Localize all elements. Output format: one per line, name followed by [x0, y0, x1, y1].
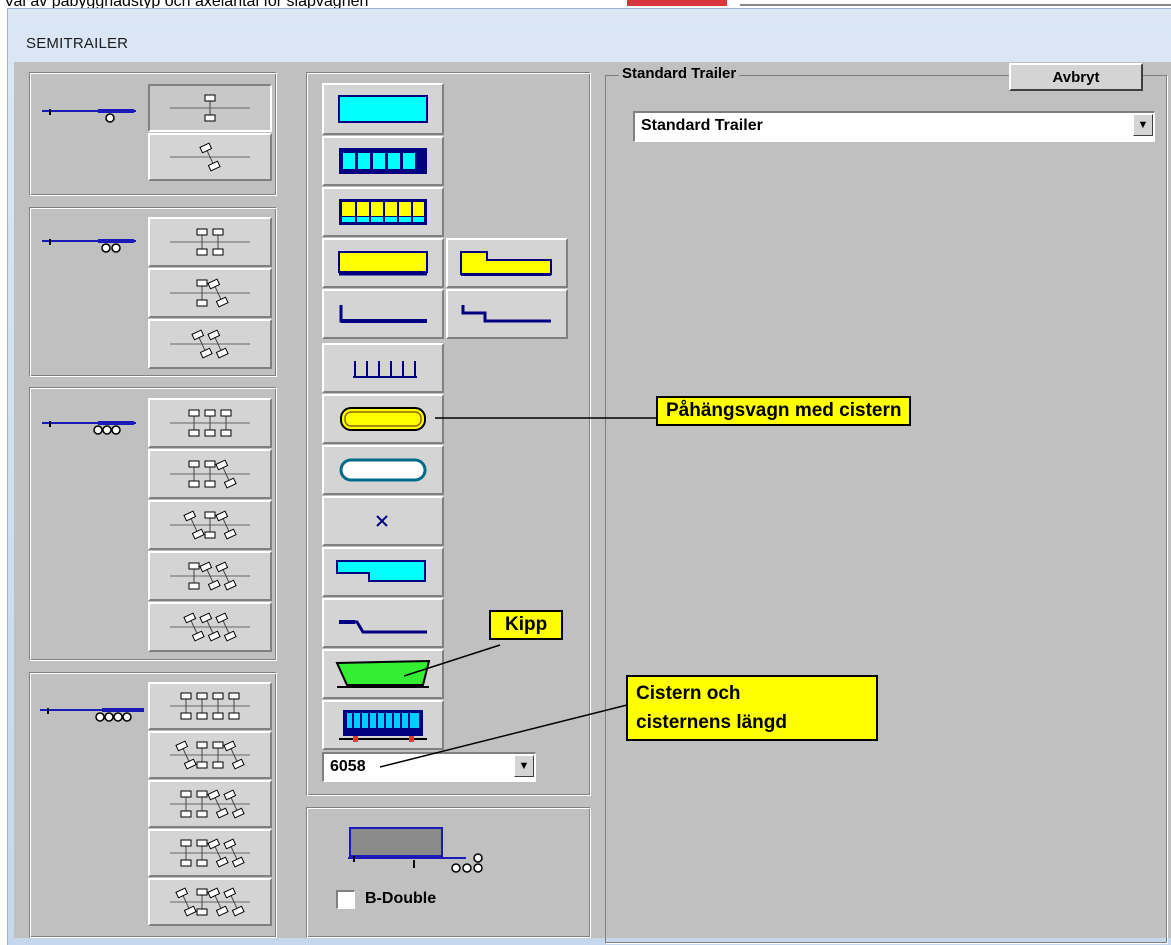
callout-cistern-length: Cistern och cisternens längd	[626, 675, 878, 741]
axle-config-button[interactable]	[148, 268, 272, 318]
trailer-2-axle-icon	[42, 239, 136, 253]
axle-config-button[interactable]	[148, 878, 272, 926]
axle-layout-icon	[170, 692, 250, 720]
axle-layout-icon	[170, 142, 250, 172]
curtain-yellow-icon	[339, 199, 427, 225]
stepdeck-sides-icon	[460, 251, 552, 276]
axle-config-button[interactable]	[148, 829, 272, 877]
body-curtain-yellow-button[interactable]	[322, 187, 444, 237]
axle-layout-icon	[170, 459, 250, 489]
bdouble-checkbox[interactable]	[336, 890, 355, 909]
axle-config-button[interactable]	[148, 500, 272, 550]
background-divider	[740, 4, 1171, 6]
axle-layout-icon	[170, 510, 250, 540]
body-container-button[interactable]	[322, 700, 444, 750]
box-body-icon	[338, 95, 428, 123]
axle-layout-icon	[170, 612, 250, 642]
axle-config-button[interactable]	[148, 682, 272, 730]
axle-layout-icon	[170, 561, 250, 591]
callout-cistern-length-line2: cisternens längd	[636, 712, 787, 733]
axle-layout-icon	[170, 329, 250, 359]
red-marker	[627, 0, 727, 6]
body-box-cyan-button[interactable]	[322, 83, 444, 135]
no-body-icon	[376, 515, 388, 527]
trailer-4-axle-icon	[40, 708, 144, 722]
body-rack-button[interactable]	[322, 343, 444, 393]
axle-layout-icon	[170, 409, 250, 437]
body-stepbox-button[interactable]	[322, 547, 444, 597]
standard-trailer-group-label: Standard Trailer	[619, 65, 740, 82]
axle-config-button[interactable]	[148, 449, 272, 499]
body-flatbed-sides-button[interactable]	[322, 238, 444, 288]
body-lowloader-button[interactable]	[322, 598, 444, 648]
select-arrow-icon[interactable]: ▼	[1133, 114, 1153, 136]
axle-config-button[interactable]	[148, 133, 272, 181]
body-tank-button[interactable]	[322, 445, 444, 495]
axle-config-button[interactable]	[148, 551, 272, 601]
rack-icon	[353, 361, 417, 378]
bdouble-trailer-icon	[348, 827, 483, 873]
bdouble-label: B-Double	[365, 890, 437, 907]
body-stepdeck-sides-button[interactable]	[446, 238, 568, 288]
trailer-1-axle-icon	[42, 109, 136, 123]
axle-layout-icon	[170, 228, 250, 256]
trailer-type-select[interactable]: Standard Trailer ▼	[633, 111, 1155, 142]
body-length-combo[interactable]: 6058 ▼	[322, 752, 536, 782]
trailer-3-axle-icon	[42, 421, 136, 435]
standard-trailer-group	[605, 75, 1167, 943]
axle-layout-icon	[170, 740, 250, 770]
body-stepdeck-button[interactable]	[446, 289, 568, 339]
flatbed-icon	[339, 305, 427, 323]
axle-config-button[interactable]	[148, 731, 272, 779]
callout-cistern-length-line1: Cistern och	[636, 683, 741, 704]
curtain-body-icon	[339, 148, 427, 174]
combo-arrow-icon[interactable]: ▼	[514, 755, 534, 777]
axle-layout-icon	[170, 94, 250, 122]
axle-config-button[interactable]	[148, 780, 272, 828]
axle-layout-icon	[170, 278, 250, 308]
lowloader-icon	[339, 620, 427, 634]
tank-yellow-icon	[340, 407, 426, 431]
axle-config-button[interactable]	[148, 84, 272, 132]
callout-tank-trailer: Påhängsvagn med cistern	[656, 396, 912, 426]
stepbox-icon	[336, 560, 426, 582]
body-flatbed-button[interactable]	[322, 289, 444, 339]
tank-icon	[339, 458, 427, 482]
body-tipper-button[interactable]	[322, 649, 444, 699]
axle-config-button[interactable]	[148, 217, 272, 267]
body-curtain-button[interactable]	[322, 136, 444, 186]
cancel-button[interactable]: Avbryt	[1009, 63, 1143, 91]
body-none-button[interactable]	[322, 496, 444, 546]
axle-layout-icon	[170, 838, 250, 868]
callout-tipper: Kipp	[489, 610, 564, 640]
body-length-value: 6058	[330, 758, 366, 775]
axle-layout-icon	[170, 887, 250, 917]
axle-config-button[interactable]	[148, 319, 272, 369]
container-icon	[339, 710, 427, 742]
flatbed-sides-icon	[338, 251, 428, 276]
body-tank-yellow-button[interactable]	[322, 394, 444, 444]
axle-config-button[interactable]	[148, 602, 272, 652]
trailer-type-value: Standard Trailer	[641, 117, 763, 134]
window-title: SEMITRAILER	[26, 35, 129, 52]
axle-layout-icon	[170, 789, 250, 819]
stepdeck-icon	[461, 305, 551, 323]
tipper-icon	[335, 659, 431, 688]
axle-config-button[interactable]	[148, 398, 272, 448]
